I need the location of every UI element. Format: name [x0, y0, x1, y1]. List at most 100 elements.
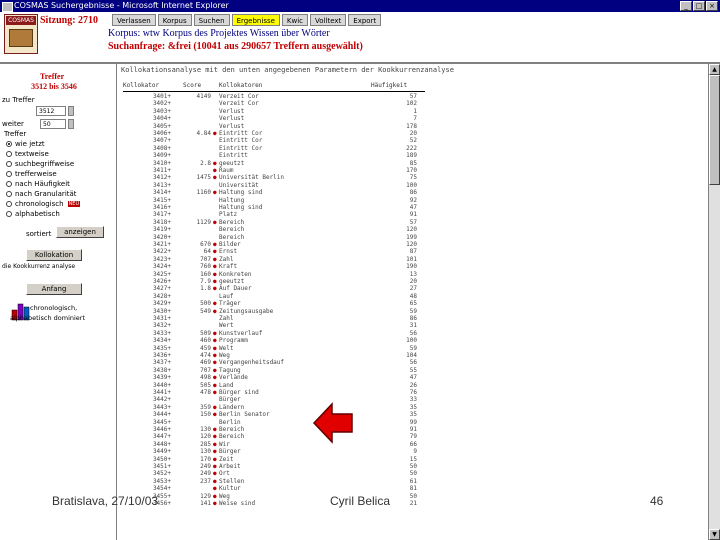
close-icon[interactable]: × — [706, 1, 718, 11]
radio-icon[interactable] — [6, 211, 12, 217]
row-collocate[interactable]: Verlust — [219, 123, 244, 130]
sort-option[interactable]: wie jetzt — [6, 140, 45, 148]
tab-korpus[interactable]: Korpus — [157, 14, 192, 26]
row-collocate[interactable]: Verzeit Cor — [219, 100, 259, 107]
table-row: 3448+ 285 Wir 66 ● — [123, 441, 423, 448]
radio-icon[interactable] — [6, 161, 12, 167]
row-collocate[interactable]: Universität — [219, 182, 259, 189]
table-row: 3437+ 469 Vergangenheitsdauf 56 ● — [123, 359, 423, 366]
row-collocate[interactable]: Welt — [219, 345, 233, 352]
row-collocate[interactable]: Bereich — [219, 219, 244, 226]
sort-option[interactable]: trefferweise — [6, 170, 57, 178]
sort-option[interactable]: textweise — [6, 150, 49, 158]
row-collocate[interactable]: Kunstverlauf — [219, 330, 262, 337]
row-collocate[interactable]: Bereich — [219, 234, 244, 241]
minimize-icon[interactable]: _ — [680, 1, 692, 11]
radio-icon[interactable] — [6, 141, 12, 147]
radio-icon[interactable] — [6, 181, 12, 187]
row-collocate[interactable]: Zahl — [219, 315, 233, 322]
row-collocate[interactable]: Konkreten — [219, 271, 252, 278]
row-collocate[interactable]: Platz — [219, 211, 237, 218]
row-collocate[interactable]: Zeit — [219, 456, 233, 463]
row-collocate[interactable]: Berlin — [219, 419, 241, 426]
row-collocate[interactable]: Wir — [219, 441, 230, 448]
row-collocate[interactable]: Lauf — [219, 293, 233, 300]
scroll-thumb[interactable] — [709, 75, 720, 185]
row-collocate[interactable]: Kultur — [219, 485, 241, 492]
row-collocate[interactable]: Tagung — [219, 367, 241, 374]
row-collocate[interactable]: Haltung sind — [219, 189, 262, 196]
weiter-spinner[interactable] — [68, 119, 74, 129]
tab-verlassen[interactable]: Verlassen — [112, 14, 156, 26]
row-collocate[interactable]: Eintritt Cor — [219, 137, 262, 144]
row-collocate[interactable]: Wert — [219, 322, 233, 329]
row-collocate[interactable]: Ort — [219, 470, 230, 477]
cosmas-logo[interactable]: COSMAS — [4, 14, 38, 54]
row-collocate[interactable]: Eintritt Cor — [219, 145, 262, 152]
row-collocate[interactable]: Verlust — [219, 115, 244, 122]
row-collocate[interactable]: Bilder — [219, 241, 241, 248]
row-collocate[interactable]: Verlände — [219, 374, 248, 381]
vertical-scrollbar[interactable]: ▲ ▼ — [708, 64, 720, 540]
tab-volltext[interactable]: Volltext — [310, 14, 347, 26]
row-collocate[interactable]: Verlust — [219, 108, 244, 115]
row-collocate[interactable]: Träger — [219, 300, 241, 307]
weiter-input[interactable]: 50 — [40, 119, 66, 129]
row-collocate[interactable]: Bereich — [219, 426, 244, 433]
row-collocate[interactable]: Weg — [219, 352, 230, 359]
row-collocate[interactable]: Land — [219, 382, 233, 389]
anfang-button[interactable]: Anfang — [26, 283, 82, 295]
row-collocate[interactable]: Kraft — [219, 263, 237, 270]
row-collocate[interactable]: Berlin Senator — [219, 411, 270, 418]
red-dot-icon: ● — [213, 352, 217, 359]
tab-kwic[interactable]: Kwic — [281, 14, 309, 26]
maximize-icon[interactable]: □ — [693, 1, 705, 11]
radio-icon[interactable] — [6, 171, 12, 177]
scroll-up-icon[interactable]: ▲ — [709, 64, 720, 75]
row-collocate[interactable]: Universität Berlin — [219, 174, 284, 181]
row-collocate[interactable]: Ernst — [219, 248, 237, 255]
anzeigen-button[interactable]: anzeigen — [56, 226, 104, 238]
sort-option[interactable]: suchbegriffweise — [6, 160, 74, 168]
tab-suchen[interactable]: Suchen — [193, 14, 230, 26]
scroll-down-icon[interactable]: ▼ — [709, 529, 720, 540]
radio-icon[interactable] — [6, 201, 12, 207]
row-collocate[interactable]: Bürger sind — [219, 389, 259, 396]
row-collocate[interactable]: Weg — [219, 493, 230, 500]
row-collocate[interactable]: Bürger — [219, 448, 241, 455]
sort-option[interactable]: alphabetisch — [6, 210, 60, 218]
row-collocate[interactable]: Bereich — [219, 433, 244, 440]
zu-treffer-input[interactable]: 3512 — [36, 106, 66, 116]
radio-icon[interactable] — [6, 191, 12, 197]
row-collocate[interactable]: Zahl — [219, 256, 233, 263]
tab-ergebnisse[interactable]: Ergebnisse — [231, 14, 280, 26]
sort-option[interactable]: chronologisch NEU — [6, 200, 81, 208]
row-collocate[interactable]: Ländern — [219, 404, 244, 411]
sort-option[interactable]: nach Granularität — [6, 190, 77, 198]
row-score: 500 — [200, 300, 211, 308]
kollokation-button[interactable]: Kollokation — [26, 249, 82, 261]
row-collocate[interactable]: Haltung sind — [219, 204, 262, 211]
row-collocate[interactable]: Verzeit Cor — [219, 93, 259, 100]
row-collocate[interactable]: geeutzt — [219, 278, 244, 285]
sort-option-label: alphabetisch — [15, 210, 60, 218]
zu-treffer-spinner[interactable] — [68, 106, 74, 116]
tab-export[interactable]: Export — [348, 14, 382, 26]
row-collocate[interactable]: Vergangenheitsdauf — [219, 359, 284, 366]
row-collocate[interactable]: Programm — [219, 337, 248, 344]
row-collocate[interactable]: Auf Dauer — [219, 285, 252, 292]
row-collocate[interactable]: Raum — [219, 167, 233, 174]
row-collocate[interactable]: geeutzt — [219, 160, 244, 167]
radio-icon[interactable] — [6, 151, 12, 157]
row-collocate[interactable]: Bürger — [219, 396, 241, 403]
row-collocate[interactable]: Eintritt Cor — [219, 130, 262, 137]
row-collocate[interactable]: Arbeit — [219, 463, 241, 470]
sort-option[interactable]: nach Häufigkeit — [6, 180, 70, 188]
row-collocate[interactable]: Haltung — [219, 197, 244, 204]
row-collocate[interactable]: Eintritt — [219, 152, 248, 159]
red-dot-icon: ● — [213, 485, 217, 493]
row-collocate[interactable]: Zeitungsausgabe — [219, 308, 273, 315]
row-collocate[interactable]: Weise sind — [219, 500, 255, 507]
row-collocate[interactable]: Bereich — [219, 226, 244, 233]
row-collocate[interactable]: Stellen — [219, 478, 244, 485]
